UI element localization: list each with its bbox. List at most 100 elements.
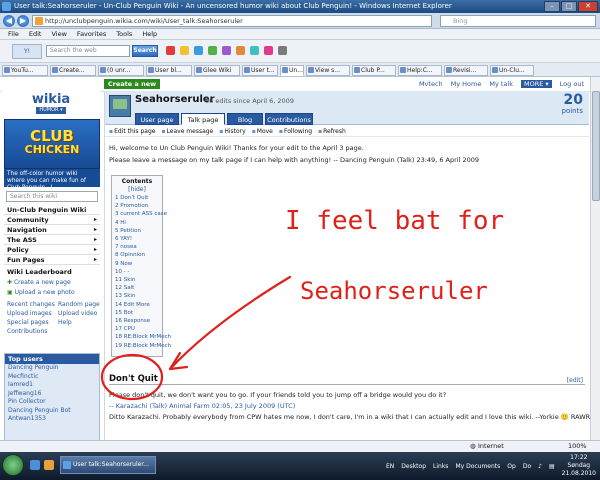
toc-item[interactable]: 5 Petition bbox=[115, 227, 159, 235]
toc-item[interactable]: 15 Bot bbox=[115, 309, 159, 317]
vertical-scrollbar[interactable] bbox=[590, 77, 600, 440]
toc-item[interactable]: 7 nosea bbox=[115, 243, 159, 251]
tray-do[interactable]: Do bbox=[523, 463, 531, 470]
tab-view-source[interactable]: View s... bbox=[306, 65, 350, 76]
tab-talk-page[interactable]: Talk page bbox=[181, 113, 225, 125]
menu-file[interactable]: File bbox=[8, 29, 19, 39]
tool-upload-images[interactable]: Upload images bbox=[7, 309, 52, 318]
address-bar[interactable]: http://unclubpenguin.wikia.com/wiki/User… bbox=[32, 15, 432, 27]
volume-icon[interactable]: ♪ bbox=[538, 463, 542, 470]
create-page-link[interactable]: ✚ Create a new page bbox=[7, 278, 71, 287]
history-button[interactable]: History bbox=[219, 126, 245, 136]
site-logo[interactable]: CLUB CHICKEN bbox=[4, 119, 100, 169]
menu-help[interactable]: Help bbox=[142, 29, 157, 39]
leave-message-button[interactable]: Leave message bbox=[161, 126, 214, 136]
tab-unread[interactable]: (0 unr... bbox=[98, 65, 144, 76]
toc-item[interactable]: 12 Salt bbox=[115, 284, 159, 292]
network-icon[interactable]: ▤ bbox=[549, 463, 555, 470]
top-user[interactable]: Antwan1353 bbox=[5, 415, 99, 424]
star-icon[interactable] bbox=[180, 46, 189, 55]
tool-contributions[interactable]: Contributions bbox=[7, 327, 47, 336]
logout-link[interactable]: Log out bbox=[560, 80, 584, 88]
games-icon[interactable] bbox=[208, 46, 217, 55]
toc-item[interactable]: 10 - - bbox=[115, 268, 159, 276]
toc-item[interactable]: 14 Edit More bbox=[115, 301, 159, 309]
shopping-icon[interactable] bbox=[250, 46, 259, 55]
top-user[interactable]: Jeffwang16 bbox=[5, 390, 99, 399]
toc-item[interactable]: 18 RE:Block MrMech bbox=[115, 333, 171, 341]
create-wiki-button[interactable]: Create a new wiki bbox=[104, 79, 160, 98]
tray-op[interactable]: Op bbox=[507, 463, 516, 470]
top-user[interactable]: Pin Collector bbox=[5, 398, 99, 407]
clock[interactable]: 17:22 Søndag 21.08.2010 bbox=[562, 454, 596, 478]
toc-item[interactable]: 11 Skin bbox=[115, 276, 159, 284]
tab-user-page[interactable]: User page bbox=[135, 113, 179, 125]
news-icon[interactable] bbox=[194, 46, 203, 55]
tray-desktop[interactable]: Desktop bbox=[401, 463, 426, 470]
top-user[interactable]: Dancing Penguin bbox=[5, 364, 99, 373]
avatar[interactable] bbox=[109, 95, 131, 117]
tab-blog[interactable]: Blog bbox=[227, 113, 263, 125]
edit-page-button[interactable]: Edit this page bbox=[109, 126, 155, 136]
top-user[interactable]: Mecfinctic bbox=[5, 373, 99, 382]
refresh-button[interactable]: Refresh bbox=[318, 126, 346, 136]
tool-help[interactable]: Help bbox=[58, 318, 72, 327]
upload-photo-link[interactable]: ▣ Upload a new photo bbox=[7, 288, 75, 297]
toc-item[interactable]: 13 Skin bbox=[115, 292, 159, 300]
tab-current[interactable]: Un... bbox=[280, 65, 304, 76]
taskbar-item-ie[interactable]: User talk:Seahorseruler... bbox=[60, 456, 156, 474]
back-button[interactable]: ◀ bbox=[3, 15, 15, 27]
section-edit-link[interactable]: [edit] bbox=[567, 375, 583, 387]
menu-edit[interactable]: Edit bbox=[29, 29, 42, 39]
toc-item[interactable]: 2 Promotion bbox=[115, 202, 159, 210]
sidebar-item-the-ass[interactable]: The ASS ▸ bbox=[4, 235, 100, 245]
following-button[interactable]: Following bbox=[279, 126, 312, 136]
tray-documents[interactable]: My Documents bbox=[455, 463, 500, 470]
quick-launch-ie-icon[interactable] bbox=[30, 460, 40, 470]
hub-badge[interactable]: HUMOR ▾ bbox=[36, 107, 66, 114]
menu-favorites[interactable]: Favorites bbox=[77, 29, 106, 39]
toc-item[interactable]: 17 CPU bbox=[115, 325, 159, 333]
settings-icon[interactable] bbox=[278, 46, 287, 55]
scrollbar-thumb[interactable] bbox=[592, 91, 600, 201]
tool-special-pages[interactable]: Special pages bbox=[7, 318, 49, 327]
sidebar-item-fun-pages[interactable]: Fun Pages ▸ bbox=[4, 255, 100, 265]
mail-icon[interactable] bbox=[166, 46, 175, 55]
browser-search-input[interactable]: Bing bbox=[440, 15, 596, 27]
menu-tools[interactable]: Tools bbox=[116, 29, 132, 39]
user-link-home[interactable]: My Home bbox=[451, 80, 482, 88]
tab-club-penguin[interactable]: Club P... bbox=[352, 65, 396, 76]
toc-item[interactable]: 16 Response bbox=[115, 317, 159, 325]
sidebar-item-policy[interactable]: Policy ▸ bbox=[4, 245, 100, 255]
post-signature[interactable]: -- Karazachi (Talk) Animal Farm 02:05, 2… bbox=[109, 402, 295, 411]
tab-revision[interactable]: Revisi... bbox=[444, 65, 488, 76]
sidebar-item-home[interactable]: Un-Club Penguin Wiki bbox=[4, 205, 100, 215]
user-link-name[interactable]: Mvtech bbox=[419, 80, 443, 88]
tab-user-blog[interactable]: User bl... bbox=[146, 65, 192, 76]
tray-links[interactable]: Links bbox=[433, 463, 448, 470]
tab-youtube[interactable]: YouTu... bbox=[2, 65, 48, 76]
zoom-level[interactable]: 100% bbox=[568, 441, 587, 452]
tab-help[interactable]: Help:C... bbox=[398, 65, 442, 76]
tab-glee-wiki[interactable]: Glee Wiki bbox=[194, 65, 240, 76]
toc-item[interactable]: 1 Don't Quit bbox=[115, 194, 159, 202]
language-indicator[interactable]: EN bbox=[386, 463, 394, 470]
minimize-button[interactable]: – bbox=[544, 1, 560, 12]
toc-item[interactable]: 9 Now bbox=[115, 260, 159, 268]
more-button[interactable]: MORE ▾ bbox=[520, 80, 552, 88]
tab-create[interactable]: Create... bbox=[50, 65, 96, 76]
photos-icon[interactable] bbox=[264, 46, 273, 55]
move-button[interactable]: Move bbox=[252, 126, 273, 136]
weather-icon[interactable] bbox=[236, 46, 245, 55]
quick-launch-folder-icon[interactable] bbox=[44, 460, 54, 470]
toc-item[interactable]: 6 YAY! bbox=[115, 235, 159, 243]
user-link-talk[interactable]: My talk bbox=[489, 80, 513, 88]
toc-item[interactable]: 8 Opinnion bbox=[115, 251, 159, 259]
tool-recent-changes[interactable]: Recent changes bbox=[7, 300, 55, 309]
music-icon[interactable] bbox=[222, 46, 231, 55]
toc-item[interactable]: 19 RE:Block MrMech bbox=[115, 342, 171, 350]
toc-hide-toggle[interactable]: [hide] bbox=[128, 186, 146, 193]
start-button[interactable] bbox=[2, 454, 24, 476]
toolbar-search-input[interactable]: Search the web bbox=[46, 45, 130, 57]
top-user[interactable]: Dancing Penguin Bot bbox=[5, 407, 99, 416]
